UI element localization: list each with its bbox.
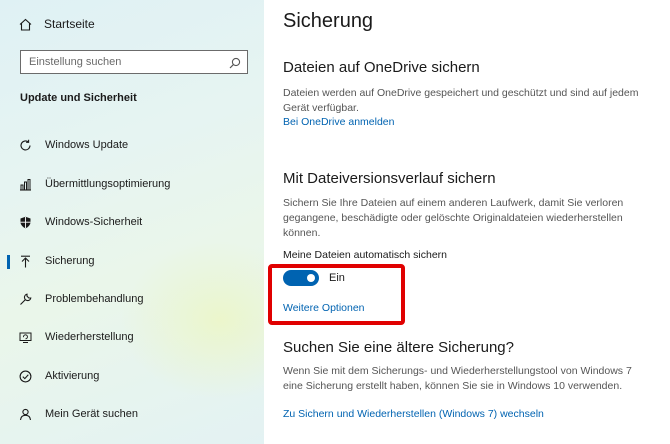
sidebar-item-label: Aktivierung xyxy=(45,370,100,382)
sidebar-item-windows-update[interactable]: Windows Update xyxy=(0,131,264,159)
sidebar-item-activation[interactable]: Aktivierung xyxy=(0,362,264,390)
more-options-link[interactable]: Weitere Optionen xyxy=(283,302,365,314)
main-content: Sicherung Dateien auf OneDrive sichern D… xyxy=(264,0,670,444)
file-history-heading: Mit Dateiversionsverlauf sichern xyxy=(283,170,496,187)
backup-arrow-icon xyxy=(18,254,32,268)
sidebar-item-label: Sicherung xyxy=(45,255,95,267)
sidebar-item-windows-security[interactable]: Windows-Sicherheit xyxy=(0,208,264,236)
home-link[interactable]: Startseite xyxy=(18,14,95,34)
sidebar: Startseite Update und Sicherheit Windows… xyxy=(0,0,264,444)
sidebar-item-label: Problembehandlung xyxy=(45,293,144,305)
auto-backup-label: Meine Dateien automatisch sichern xyxy=(283,249,448,261)
sidebar-item-label: Windows Update xyxy=(45,139,129,151)
auto-backup-toggle-row: Ein xyxy=(283,270,345,286)
toggle-state-text: Ein xyxy=(329,272,345,284)
sidebar-item-troubleshoot[interactable]: Problembehandlung xyxy=(0,285,264,313)
shield-icon xyxy=(18,215,32,229)
auto-backup-toggle[interactable] xyxy=(283,270,319,286)
sidebar-item-recovery[interactable]: Wiederherstellung xyxy=(0,323,264,351)
search-input[interactable] xyxy=(29,56,229,68)
search-icon[interactable] xyxy=(229,56,241,69)
onedrive-signin-link[interactable]: Bei OneDrive anmelden xyxy=(283,116,394,128)
home-label: Startseite xyxy=(44,17,95,31)
activation-check-icon xyxy=(18,369,32,383)
older-backup-description: Wenn Sie mit dem Sicherungs- und Wiederh… xyxy=(283,365,632,392)
older-backup-heading: Suchen Sie eine ältere Sicherung? xyxy=(283,339,514,356)
sidebar-item-delivery-optimization[interactable]: Übermittlungsoptimierung xyxy=(0,170,264,198)
home-icon xyxy=(18,17,32,31)
section-title: Update und Sicherheit xyxy=(20,92,137,104)
onedrive-heading: Dateien auf OneDrive sichern xyxy=(283,59,480,76)
sidebar-item-label: Windows-Sicherheit xyxy=(45,216,143,228)
sidebar-item-label: Wiederherstellung xyxy=(45,331,134,343)
person-location-icon xyxy=(18,407,32,421)
sidebar-item-label: Übermittlungsoptimierung xyxy=(45,178,171,190)
toggle-knob xyxy=(307,274,315,282)
page-title: Sicherung xyxy=(283,10,374,32)
sidebar-item-backup[interactable]: Sicherung xyxy=(0,247,264,275)
sidebar-item-find-my-device[interactable]: Mein Gerät suchen xyxy=(0,400,264,428)
windows7-backup-link[interactable]: Zu Sichern und Wiederherstellen (Windows… xyxy=(283,408,544,420)
recovery-icon xyxy=(18,330,32,344)
refresh-icon xyxy=(18,138,32,152)
onedrive-description: Dateien werden auf OneDrive gespeichert … xyxy=(283,87,639,114)
sidebar-item-label: Mein Gerät suchen xyxy=(45,408,138,420)
search-box[interactable] xyxy=(20,50,248,74)
file-history-description: Sichern Sie Ihre Dateien auf einem ander… xyxy=(283,197,624,239)
delivery-optimization-icon xyxy=(18,177,32,191)
wrench-icon xyxy=(18,292,32,306)
